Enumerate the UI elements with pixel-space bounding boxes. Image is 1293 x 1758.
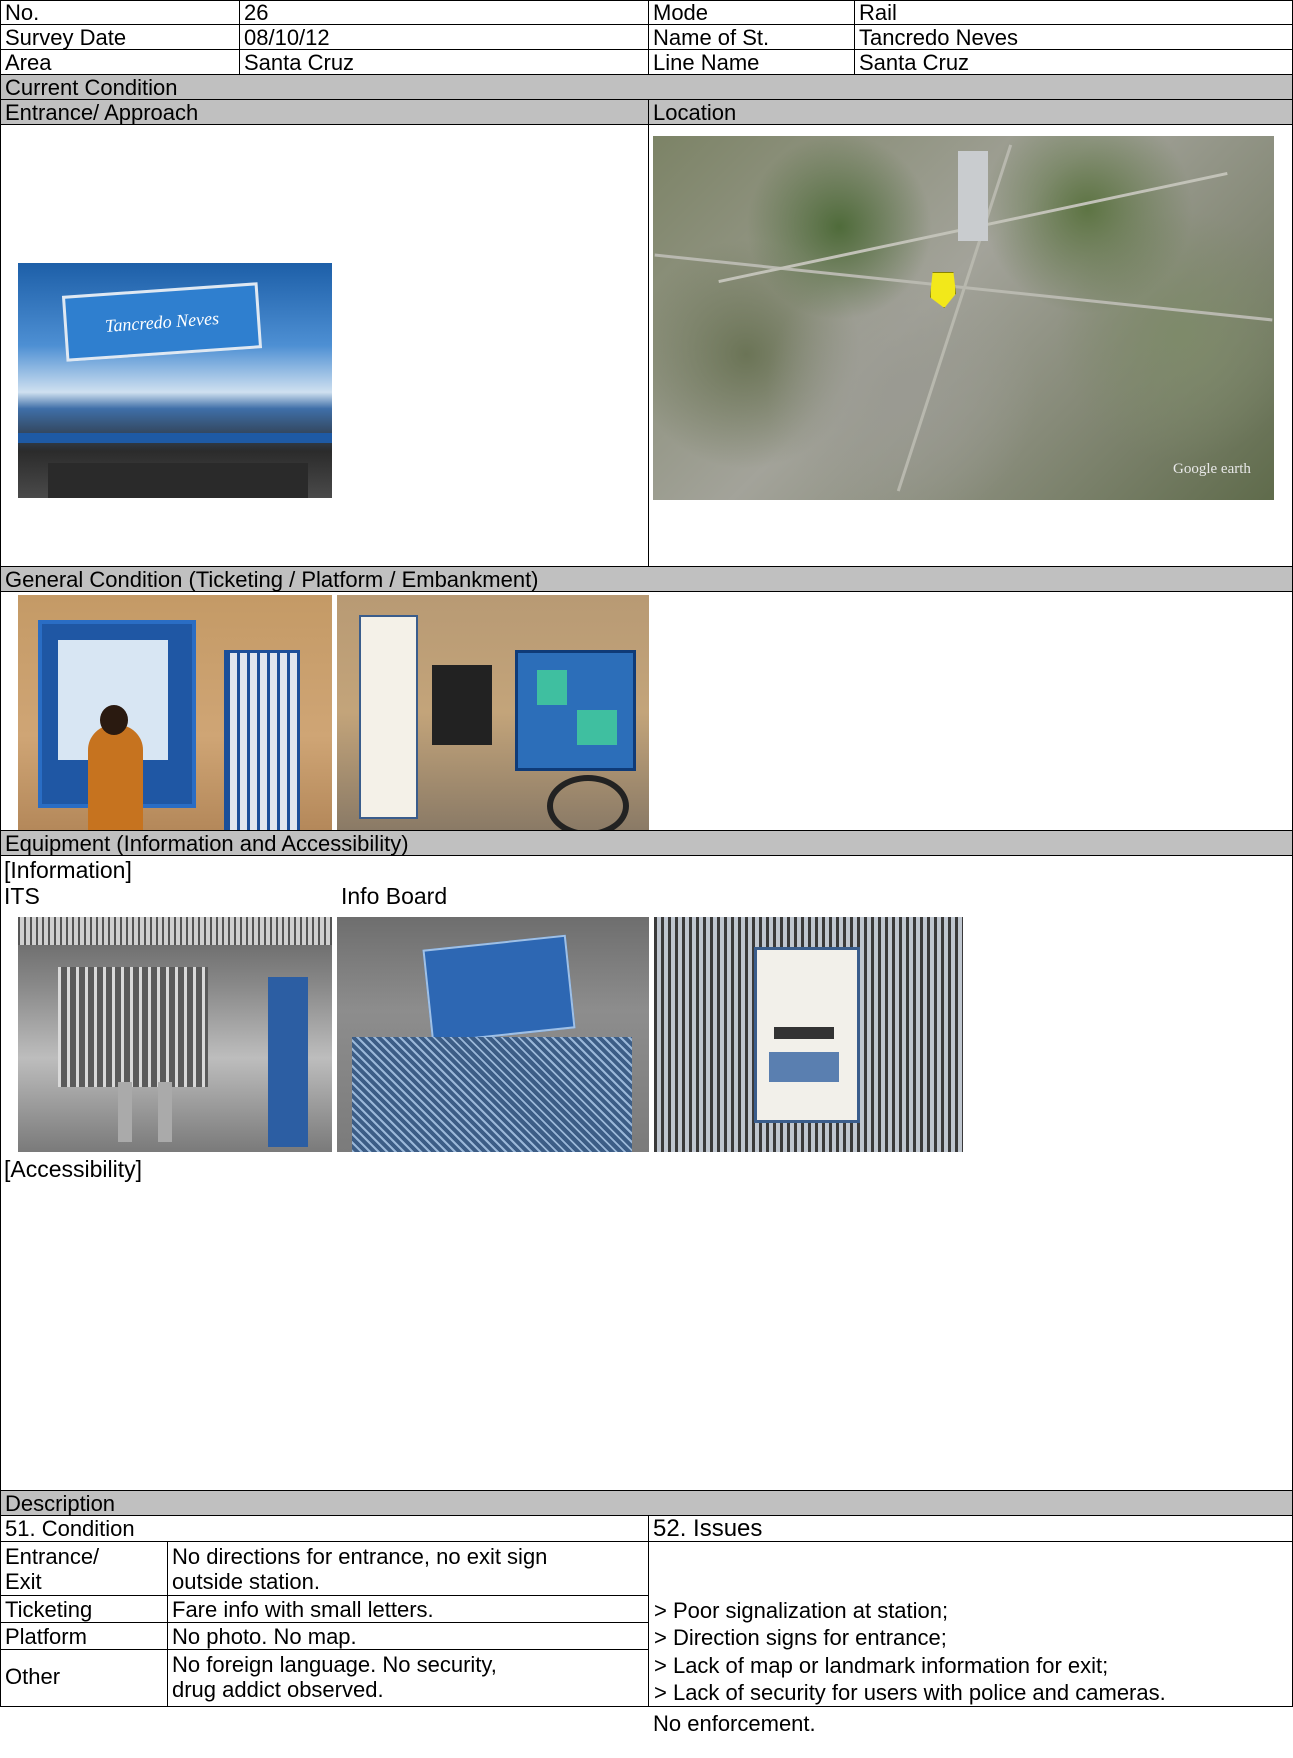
station-sign: Tancredo Neves bbox=[61, 282, 263, 362]
its-label: ITS bbox=[4, 883, 40, 909]
accessibility-label: [Accessibility] bbox=[4, 1156, 143, 1182]
issues-box: > Poor signalization at station; > Direc… bbox=[648, 1541, 1293, 1707]
issue-line: > Lack of security for users with police… bbox=[654, 1680, 1166, 1705]
mode-value: Rail bbox=[854, 0, 1293, 25]
station-name-label: Name of St. bbox=[648, 24, 855, 50]
station-marker-icon bbox=[930, 272, 956, 308]
issue-line: No enforcement. bbox=[653, 1711, 816, 1736]
platform-board-photo bbox=[337, 595, 649, 830]
no-label: No. bbox=[0, 0, 240, 25]
equipment-heading: Equipment (Information and Accessibility… bbox=[0, 830, 1293, 856]
info-board-photo bbox=[337, 917, 649, 1152]
condition-row-text: Fare info with small letters. bbox=[167, 1595, 649, 1623]
condition-title: 51. Condition bbox=[0, 1515, 649, 1542]
general-condition-photos bbox=[0, 591, 1293, 831]
general-condition-heading: General Condition (Ticketing / Platform … bbox=[0, 566, 1293, 592]
line-name-label: Line Name bbox=[648, 49, 855, 75]
area-label: Area bbox=[0, 49, 240, 75]
survey-date-label: Survey Date bbox=[0, 24, 240, 50]
mode-label: Mode bbox=[648, 0, 855, 25]
condition-row-text: No directions for entrance, no exit sign… bbox=[167, 1541, 649, 1596]
condition-row-text: No foreign language. No security, drug a… bbox=[167, 1649, 649, 1707]
map-watermark: Google earth bbox=[1173, 461, 1251, 477]
area-value: Santa Cruz bbox=[239, 49, 649, 75]
condition-row-label: Platform bbox=[0, 1622, 168, 1650]
no-value: 26 bbox=[239, 0, 649, 25]
survey-sheet: No. 26 Mode Rail Survey Date 08/10/12 Na… bbox=[0, 0, 1293, 1758]
entrance-photo-area: Tancredo Neves bbox=[0, 124, 649, 567]
entrance-approach-heading: Entrance/ Approach bbox=[0, 99, 649, 125]
description-heading: Description bbox=[0, 1490, 1293, 1516]
issue-line: > Direction signs for entrance; bbox=[654, 1625, 947, 1650]
current-condition-heading: Current Condition bbox=[0, 74, 1293, 100]
info-board-label: Info Board bbox=[341, 883, 448, 909]
issues-title: 52. Issues bbox=[648, 1515, 1293, 1542]
ticket-window-photo bbox=[18, 595, 332, 830]
equipment-area: [Information] ITS Info Board [Accessibil… bbox=[0, 855, 1293, 1491]
location-heading: Location bbox=[648, 99, 1293, 125]
issue-line: > Poor signalization at station; bbox=[654, 1598, 949, 1623]
condition-row-label: Ticketing bbox=[0, 1595, 168, 1623]
station-name-value: Tancredo Neves bbox=[854, 24, 1293, 50]
information-label: [Information] bbox=[4, 857, 132, 883]
condition-row-text: No photo. No map. bbox=[167, 1622, 649, 1650]
its-turnstile-photo bbox=[18, 917, 332, 1152]
condition-row-label: Other bbox=[0, 1649, 168, 1707]
entrance-photo: Tancredo Neves bbox=[18, 263, 332, 498]
location-map-area: Google earth bbox=[648, 124, 1293, 567]
line-name-value: Santa Cruz bbox=[854, 49, 1293, 75]
info-poster-photo bbox=[654, 917, 963, 1152]
issue-line: > Lack of map or landmark information fo… bbox=[654, 1653, 1109, 1678]
survey-date-value: 08/10/12 bbox=[239, 24, 649, 50]
location-map: Google earth bbox=[653, 136, 1274, 500]
condition-row-label: Entrance/ Exit bbox=[0, 1541, 168, 1596]
